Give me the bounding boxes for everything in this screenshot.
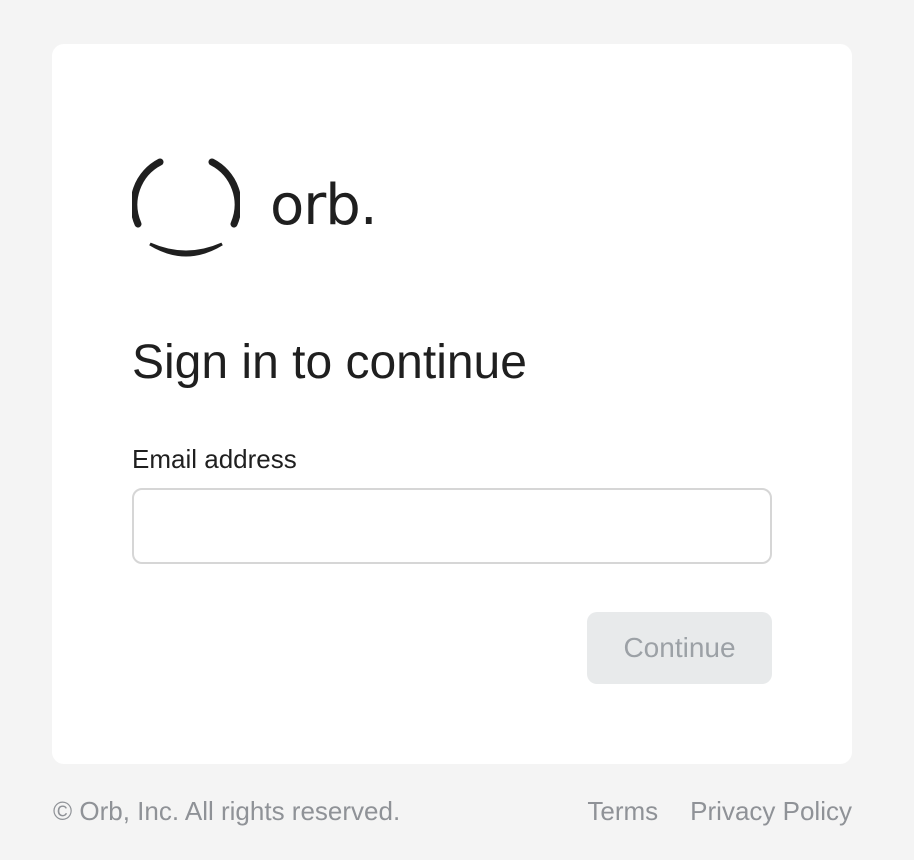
continue-button[interactable]: Continue [587,612,772,684]
privacy-policy-link[interactable]: Privacy Policy [690,796,852,827]
terms-link[interactable]: Terms [587,796,658,827]
brand-logo: orb. [132,152,378,260]
email-label: Email address [132,444,297,474]
signin-card: orb. Sign in to continue Email address C… [52,44,852,764]
orb-logo-icon [132,158,240,257]
footer-links: Terms Privacy Policy [587,796,852,827]
page-title: Sign in to continue [132,336,527,389]
brand-wordmark: orb. [270,173,378,238]
copyright-text: © Orb, Inc. All rights reserved. [53,796,401,826]
email-field[interactable] [132,488,772,564]
